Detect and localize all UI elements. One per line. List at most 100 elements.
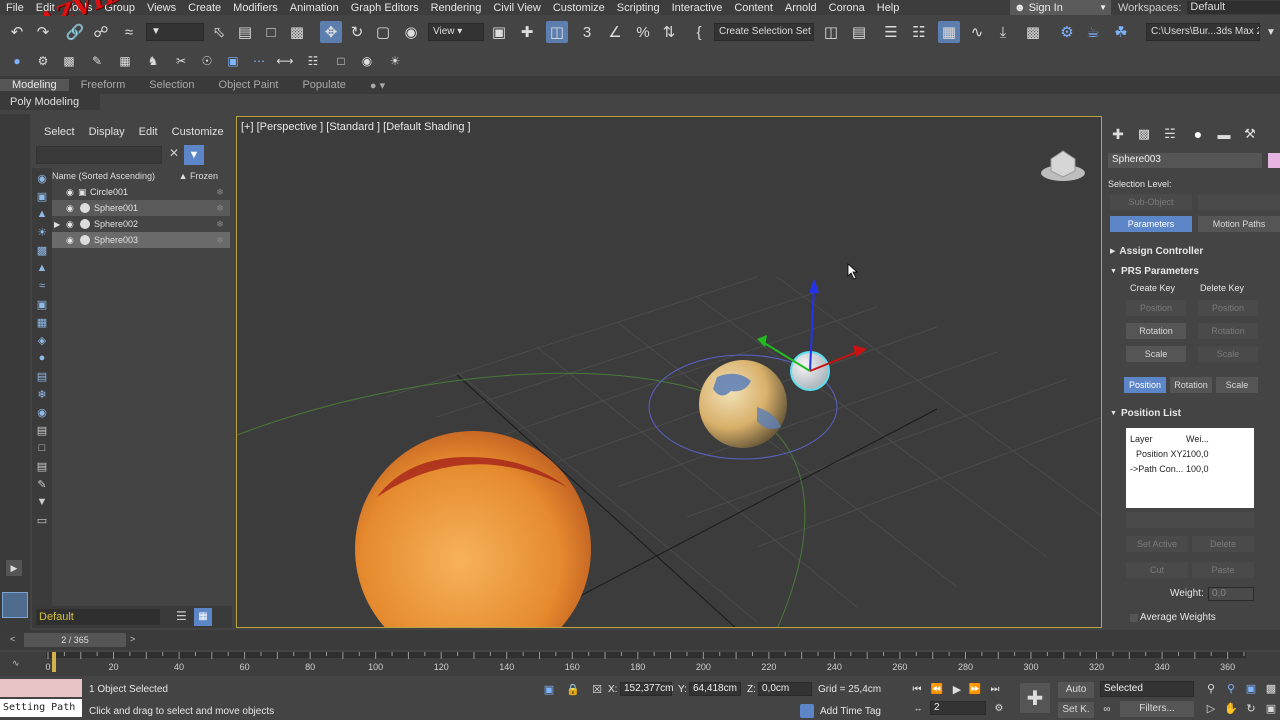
select-manipulate-icon[interactable]: ✚ (516, 21, 538, 43)
display-xrefs-icon[interactable]: ▦ (34, 314, 50, 330)
add-time-tag[interactable]: Add Time Tag (820, 706, 881, 717)
time-configuration-icon[interactable]: ⚙ (990, 699, 1008, 717)
named-selection-set-dropdown[interactable]: Create Selection Set ▾ (714, 23, 814, 41)
tab-populate[interactable]: Populate (290, 79, 357, 91)
clip-icon[interactable]: ✂ (170, 50, 192, 72)
time-slider[interactable]: < 2 / 365 > (0, 630, 1280, 650)
display-containers-icon[interactable]: ▤ (34, 368, 50, 384)
display-spacewarps-icon[interactable]: ≈ (34, 278, 50, 294)
create-panel-icon[interactable]: ✚ (1108, 124, 1128, 144)
next-frame-icon[interactable]: ⏩ (966, 680, 984, 698)
display-cameras-icon[interactable]: ▩ (34, 242, 50, 258)
menu-corona[interactable]: Corona (823, 2, 871, 14)
set-active-button[interactable]: Set Active (1126, 536, 1188, 552)
toggle-scene-explorer-icon[interactable]: ☰ (880, 21, 902, 43)
tab-freeform[interactable]: Freeform (69, 79, 138, 91)
walker-icon[interactable]: ♞ (142, 50, 164, 72)
display-shapes-icon[interactable]: ▲ (34, 206, 50, 222)
gear-icon[interactable]: ⚙ (32, 50, 54, 72)
current-frame-field[interactable]: 2 (930, 701, 986, 715)
menu-civil-view[interactable]: Civil View (487, 2, 546, 14)
key-filters-icon[interactable]: ∞ (1098, 701, 1116, 717)
prs-scale-tab[interactable]: Scale (1216, 377, 1258, 393)
scene-row-sphere003[interactable]: ◉ Sphere003 ❄ (52, 232, 230, 248)
align-icon[interactable]: ▤ (848, 21, 870, 43)
eye-icon[interactable]: ◉ (66, 203, 78, 214)
bind-spacewarp-icon[interactable]: ≈ (118, 21, 140, 43)
sub-object-button[interactable]: Sub-Object (1110, 194, 1192, 210)
explorer-tab-edit[interactable]: Edit (139, 126, 158, 138)
perspective-viewport[interactable]: [+] [Perspective ] [Standard ] [Default … (236, 116, 1102, 628)
freeze-icon[interactable]: ❄ (210, 187, 230, 198)
menu-customize[interactable]: Customize (547, 2, 611, 14)
bulb-icon[interactable]: ☀ (384, 50, 406, 72)
auto-key-button[interactable]: Auto (1058, 682, 1094, 698)
go-to-end-icon[interactable]: ⏭ (986, 680, 1004, 698)
set-key-icon[interactable]: ✚ (1020, 683, 1050, 713)
zoom-extents-icon[interactable]: ▣ (1242, 679, 1260, 697)
parameters-button[interactable]: Parameters (1110, 216, 1192, 232)
selection-lock-icon[interactable]: 🔒 (564, 680, 582, 698)
hierarchy-panel-icon[interactable]: ☵ (1160, 124, 1180, 144)
more-options-icon[interactable]: ▼ (1260, 21, 1280, 43)
pan-view-icon[interactable]: ✋ (1222, 699, 1240, 717)
go-to-start-icon[interactable]: ⏮ (908, 680, 926, 698)
angle-snap-icon[interactable]: ∠ (604, 21, 626, 43)
modify-panel-icon[interactable]: ▩ (1134, 124, 1154, 144)
eraser-icon[interactable]: ✎ (34, 476, 50, 492)
menu-scripting[interactable]: Scripting (611, 2, 666, 14)
display-groups-icon[interactable]: ▣ (34, 296, 50, 312)
pivot-point-icon[interactable]: ▣ (488, 21, 510, 43)
eye-icon[interactable]: ◉ (66, 219, 78, 230)
field-of-view-icon[interactable]: ▷ (1202, 699, 1220, 717)
ribbon-options-icon[interactable]: ● ▾ (358, 79, 397, 92)
ribbon-subpanel[interactable]: Poly Modeling (0, 94, 100, 110)
y-coordinate-field[interactable]: 64,418cm (689, 682, 741, 696)
isolate-selection-icon[interactable]: ▣ (540, 680, 558, 698)
select-and-rotate-icon[interactable]: ↻ (346, 21, 368, 43)
select-object-icon[interactable]: ⬁ (208, 21, 230, 43)
eye-icon[interactable]: ◉ (66, 187, 78, 198)
material-editor-icon[interactable]: ▩ (1022, 21, 1044, 43)
freeze-icon[interactable]: ❄ (210, 235, 230, 246)
select-and-scale-icon[interactable]: ▢ (372, 21, 394, 43)
weight-field[interactable]: 0,0 (1208, 587, 1254, 601)
expand-arrow-icon[interactable]: ▶ (54, 220, 60, 229)
delete-key-position-button[interactable]: Position (1198, 300, 1258, 316)
display-frozen-icon[interactable]: ❄ (34, 386, 50, 402)
explorer-tab-select[interactable]: Select (44, 126, 75, 138)
display-all-icon[interactable]: ◉ (34, 170, 50, 186)
object-color-swatch[interactable] (1268, 153, 1280, 168)
freeze-icon[interactable]: ❄ (210, 203, 230, 214)
absolute-mode-icon[interactable]: ☒ (588, 680, 606, 698)
delete-key-scale-button[interactable]: Scale (1198, 346, 1258, 362)
menu-help[interactable]: Help (871, 2, 906, 14)
create-key-rotation-button[interactable]: Rotation (1126, 323, 1186, 339)
percent-snap-icon[interactable]: % (632, 21, 654, 43)
keyboard-shortcut-toggle-icon[interactable]: ◫ (546, 21, 568, 43)
display-particles-icon[interactable]: ● (34, 350, 50, 366)
schematic-view-icon[interactable]: ⤓ (992, 21, 1014, 43)
create-key-position-button[interactable]: Position (1126, 300, 1186, 316)
zoom-icon[interactable]: ⚲ (1202, 679, 1220, 697)
selection-set-dropdown[interactable]: Selected (1100, 681, 1194, 697)
maxscript-mini-listener[interactable]: Setting Path (0, 699, 82, 717)
next-frame-icon[interactable]: > (130, 634, 142, 646)
menu-rendering[interactable]: Rendering (425, 2, 488, 14)
reference-coordinate-dropdown[interactable]: View ▾ (428, 23, 484, 41)
explorer-search-input[interactable] (36, 146, 162, 164)
sub-object-dropdown[interactable] (1198, 194, 1280, 210)
menu-graph-editors[interactable]: Graph Editors (345, 2, 425, 14)
display-geometry-icon[interactable]: ▣ (34, 188, 50, 204)
curve-editor-icon[interactable]: ∿ (966, 21, 988, 43)
delete-button[interactable]: Delete (1192, 536, 1254, 552)
select-and-move-icon[interactable]: ✥ (320, 21, 342, 43)
scene-row-circle001[interactable]: ◉ ▣ Circle001 ❄ (52, 184, 230, 200)
funnel-icon[interactable]: ▼ (34, 494, 50, 510)
viewport-label[interactable]: [+] [Perspective ] [Standard ] [Default … (241, 121, 471, 133)
project-folder-dropdown[interactable]: C:\Users\Bur...3ds Max 2020 (1146, 23, 1260, 41)
network-icon[interactable]: ☷ (302, 50, 324, 72)
scene-row-sphere002[interactable]: ▶ ◉ Sphere002 ❄ (52, 216, 230, 232)
delete-key-rotation-button[interactable]: Rotation (1198, 323, 1258, 339)
display-panel-icon[interactable]: ▬ (1214, 124, 1234, 144)
